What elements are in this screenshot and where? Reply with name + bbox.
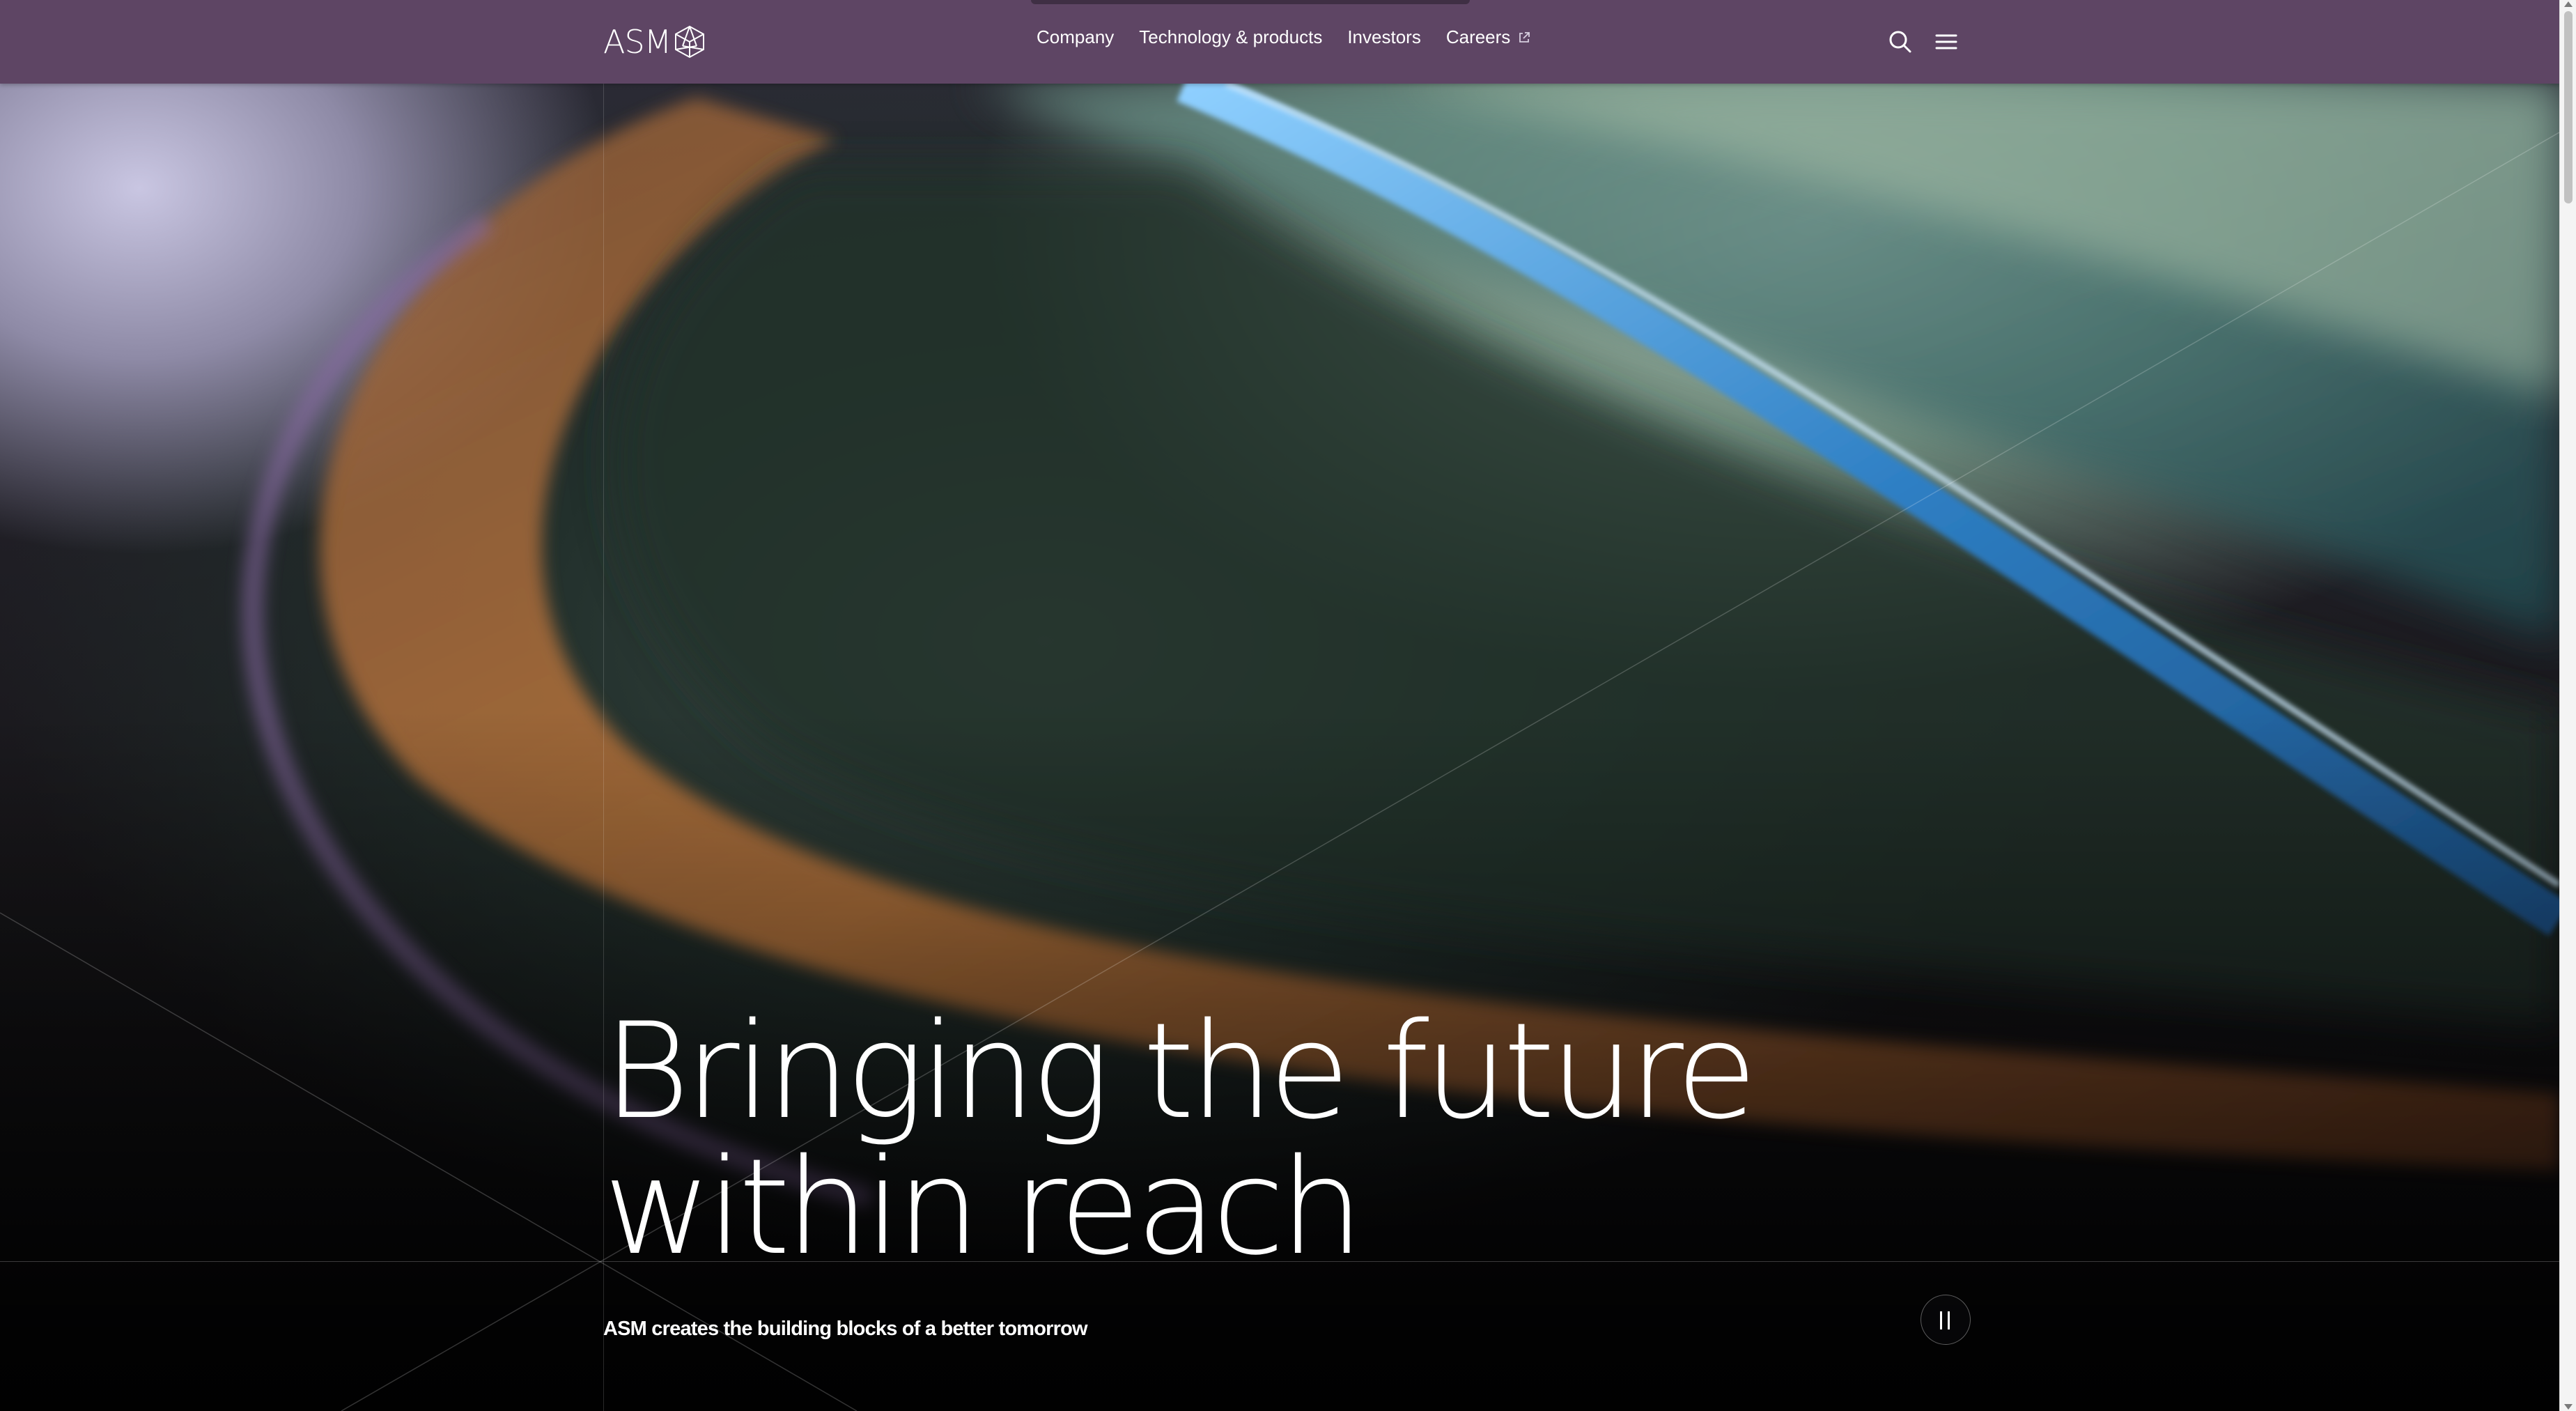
main-nav: Company Technology & products Investors … xyxy=(1037,26,1556,48)
logo-polyhedron-icon xyxy=(675,25,705,59)
logo-text: ASM xyxy=(603,23,672,61)
scroll-up-arrow-icon[interactable] xyxy=(2564,1,2573,7)
header-top-shadow xyxy=(1031,0,1470,4)
nav-technology-products-label: Technology & products xyxy=(1139,26,1323,47)
hero-tagline: ASM creates the building blocks of a bet… xyxy=(603,1318,1088,1340)
site-header: ASM Company Technology & products Invest… xyxy=(0,0,2559,84)
vertical-scrollbar[interactable] xyxy=(2559,0,2576,1411)
pause-icon-bar xyxy=(1948,1311,1950,1329)
nav-investors-label: Investors xyxy=(1347,26,1421,47)
hero-headline-line-2: within reach xyxy=(603,1130,1364,1284)
menu-icon[interactable] xyxy=(1932,28,1960,56)
scroll-down-arrow-icon[interactable] xyxy=(2564,1404,2573,1410)
scrollbar-thumb[interactable] xyxy=(2564,11,2573,203)
hero-headline: Bringing the future within reach xyxy=(603,1003,1927,1275)
nav-investors[interactable]: Investors xyxy=(1347,26,1421,48)
pause-video-button[interactable] xyxy=(1921,1295,1971,1345)
pause-icon xyxy=(1940,1311,1942,1329)
hero-headline-line-1: Bringing the future xyxy=(603,994,1758,1148)
nav-company-label: Company xyxy=(1037,26,1115,47)
page: ASM Company Technology & products Invest… xyxy=(0,0,2559,1411)
external-link-icon xyxy=(1519,31,1530,43)
nav-technology-products[interactable]: Technology & products xyxy=(1139,26,1322,48)
asm-logo[interactable]: ASM xyxy=(603,21,706,63)
nav-company[interactable]: Company xyxy=(1037,26,1114,48)
nav-careers-label: Careers xyxy=(1445,26,1511,47)
search-icon[interactable] xyxy=(1886,28,1914,56)
nav-careers[interactable]: Careers xyxy=(1446,26,1531,48)
